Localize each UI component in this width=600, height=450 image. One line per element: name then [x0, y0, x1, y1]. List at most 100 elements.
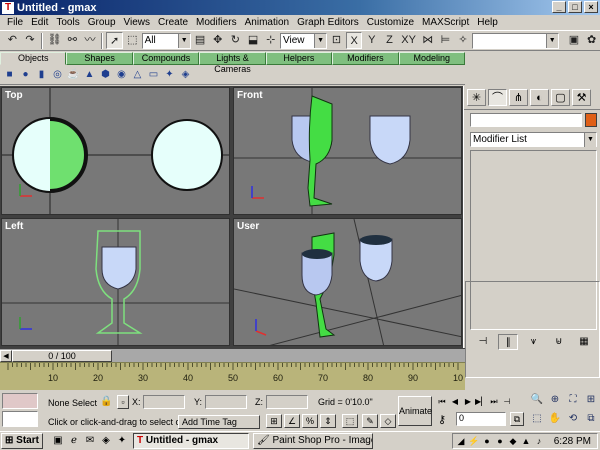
unlink-icon[interactable]: ⚯ — [64, 32, 81, 49]
minimize-button[interactable]: _ — [552, 1, 566, 13]
render-icon[interactable]: ✿ — [583, 32, 600, 49]
time-slider-thumb[interactable]: 0 / 100 — [12, 349, 112, 362]
zoom-extents-all-icon[interactable]: ⊞ — [583, 392, 599, 408]
restrict-z-button[interactable]: Z — [381, 32, 398, 49]
play-icon[interactable]: ▶ — [462, 395, 474, 408]
tray-icon[interactable]: ◆ — [507, 435, 519, 447]
tray-icon[interactable]: ♪ — [533, 435, 545, 447]
x-coord-field[interactable] — [143, 395, 185, 409]
max-listener-pink[interactable] — [2, 393, 38, 409]
redo-icon[interactable]: ↷ — [22, 32, 39, 49]
tab-helpers[interactable]: Helpers — [265, 52, 333, 65]
scale-icon[interactable]: ⬓ — [245, 32, 262, 49]
viewport-label-top[interactable]: Top — [5, 90, 23, 101]
reference-coord-dropdown[interactable]: View ▼ — [280, 32, 328, 49]
absolute-mode-icon[interactable]: ▫ — [117, 395, 129, 409]
select-region-icon[interactable]: ⬚ — [124, 32, 141, 49]
restrict-x-button[interactable]: X — [345, 32, 363, 49]
max-listener-white[interactable] — [2, 411, 38, 427]
maximize-button[interactable]: □ — [568, 1, 582, 13]
tray-icon[interactable]: ▲ — [520, 435, 532, 447]
time-slider[interactable]: ◀ 0 / 100 — [0, 349, 465, 362]
sphere-icon[interactable]: ● — [19, 68, 32, 81]
add-time-tag-button[interactable]: Add Time Tag — [178, 415, 260, 429]
pyramid-icon[interactable]: △ — [131, 68, 144, 81]
previous-frame-icon[interactable]: ◀ — [449, 395, 461, 408]
percent-snap-icon[interactable]: % — [302, 414, 318, 428]
tray-icon[interactable]: ● — [481, 435, 493, 447]
menu-views[interactable]: Views — [120, 17, 155, 28]
teapot-icon[interactable]: ☕ — [67, 68, 80, 81]
utilities-tab-icon[interactable]: ⚒ — [572, 89, 591, 106]
viewport-label-left[interactable]: Left — [5, 221, 23, 232]
plane-icon[interactable]: ▭ — [147, 68, 160, 81]
cone-icon[interactable]: ▲ — [83, 68, 96, 81]
angle-snap-icon[interactable]: ∠ — [284, 414, 300, 428]
viewport-label-front[interactable]: Front — [237, 90, 263, 101]
tab-lights-cameras[interactable]: Lights & Cameras — [199, 52, 266, 74]
viewport-front[interactable]: Front — [233, 87, 462, 215]
isolate-selection-icon[interactable]: ◇ — [380, 414, 396, 428]
undo-icon[interactable]: ↶ — [4, 32, 21, 49]
select-by-name-icon[interactable]: ▤ — [192, 32, 209, 49]
close-button[interactable]: × — [584, 1, 598, 13]
tray-icon[interactable]: ● — [494, 435, 506, 447]
display-tab-icon[interactable]: ▢ — [551, 89, 570, 106]
tab-shapes[interactable]: Shapes — [66, 52, 133, 65]
rotate-icon[interactable]: ↻ — [227, 32, 244, 49]
motion-tab-icon[interactable]: ◐ — [530, 89, 549, 106]
track-bar[interactable]: 10 20 30 40 50 60 70 80 90 10 — [0, 362, 465, 390]
pivot-center-icon[interactable]: ⊡ — [328, 32, 345, 49]
menu-help[interactable]: Help — [473, 17, 502, 28]
menu-group[interactable]: Group — [84, 17, 120, 28]
viewport-top[interactable]: Top — [1, 87, 230, 215]
bind-space-warp-icon[interactable]: 〰 — [82, 32, 99, 49]
pan-icon[interactable]: ✋ — [547, 411, 563, 427]
region-zoom-icon[interactable]: ⬚ — [529, 411, 545, 427]
viewport-label-user[interactable]: User — [237, 221, 259, 232]
select-manipulate-icon[interactable]: ⊹ — [262, 32, 279, 49]
tab-modeling[interactable]: Modeling — [398, 52, 465, 65]
selection-filter-dropdown[interactable]: All ▼ — [141, 32, 191, 49]
media-icon[interactable]: ◈ — [99, 434, 113, 448]
zoom-extents-icon[interactable]: ⛶ — [565, 392, 581, 408]
restrict-y-button[interactable]: Y — [363, 32, 380, 49]
box-icon[interactable]: ■ — [3, 68, 16, 81]
light-icon[interactable]: ✦ — [163, 68, 176, 81]
menu-file[interactable]: File — [3, 17, 27, 28]
lock-selection-icon[interactable]: 🔒 — [100, 396, 112, 407]
spacing-tool-icon[interactable]: ✧ — [455, 32, 472, 49]
menu-modifiers[interactable]: Modifiers — [192, 17, 241, 28]
tab-modifiers[interactable]: Modifiers — [332, 52, 399, 65]
animate-button[interactable]: Animate — [398, 396, 432, 426]
spinner-snap-icon[interactable]: ⇕ — [320, 414, 336, 428]
snap-toggle-icon[interactable]: ⊞ — [266, 414, 282, 428]
start-button[interactable]: ⊞ Start — [1, 433, 43, 449]
cylinder-icon[interactable]: ▮ — [35, 68, 48, 81]
taskbar-item-paintshop[interactable]: 🖌 Paint Shop Pro - Image7 — [253, 433, 373, 449]
menu-graph-editors[interactable]: Graph Editors — [293, 17, 363, 28]
modify-tab-icon[interactable]: ⌒ — [488, 89, 507, 106]
window-crossing-icon[interactable]: ⬚ — [342, 414, 358, 428]
zoom-all-icon[interactable]: ⊕ — [547, 392, 563, 408]
torus-icon[interactable]: ◎ — [51, 68, 64, 81]
y-coord-field[interactable] — [205, 395, 247, 409]
tray-icon[interactable]: ⚡ — [468, 435, 480, 447]
mirror-icon[interactable]: ⋈ — [419, 32, 436, 49]
maximize-viewport-icon[interactable]: ⧉ — [583, 411, 599, 427]
select-object-icon[interactable]: ➚ — [106, 32, 123, 49]
menu-create[interactable]: Create — [154, 17, 192, 28]
arc-rotate-icon[interactable]: ⟲ — [565, 411, 581, 427]
taskbar-item-gmax[interactable]: T Untitled - gmax — [133, 433, 249, 449]
tube-icon[interactable]: ◉ — [115, 68, 128, 81]
modifier-list-dropdown[interactable]: Modifier List ▼ — [470, 132, 597, 147]
menu-maxscript[interactable]: MAXScript — [418, 17, 473, 28]
current-frame-field[interactable]: 0 — [456, 412, 506, 426]
menu-animation[interactable]: Animation — [241, 17, 293, 28]
material-editor-icon[interactable]: ▣ — [566, 32, 583, 49]
menu-customize[interactable]: Customize — [363, 17, 418, 28]
create-tab-icon[interactable]: ✳ — [467, 89, 486, 106]
object-name-field[interactable] — [470, 113, 582, 127]
zoom-icon[interactable]: 🔍 — [529, 392, 545, 408]
time-configuration-icon[interactable]: ⧉ — [510, 412, 524, 426]
